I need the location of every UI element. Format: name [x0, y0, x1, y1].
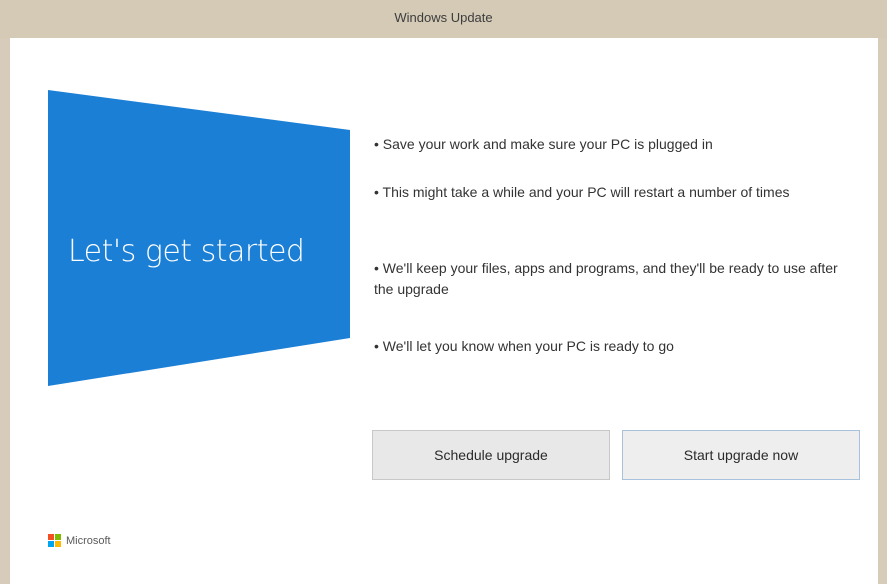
content-area: Let's get started • Save your work and m…	[10, 38, 878, 584]
microsoft-branding: Microsoft	[48, 534, 111, 548]
brand-name: Microsoft	[66, 535, 111, 547]
list-item: • We'll let you know when your PC is rea…	[374, 338, 674, 354]
start-upgrade-now-button[interactable]: Start upgrade now	[622, 430, 860, 480]
schedule-upgrade-button[interactable]: Schedule upgrade	[372, 430, 610, 480]
microsoft-logo-icon	[48, 534, 62, 548]
lets-get-started-tile: Let's get started	[48, 90, 350, 386]
list-item: • We'll keep your files, apps and progra…	[374, 260, 838, 297]
title-bar[interactable]: Windows Update	[0, 0, 887, 38]
tile-heading: Let's get started	[68, 234, 305, 269]
window-title: Windows Update	[394, 10, 493, 25]
windows-update-window: Windows Update Let's get started • Save …	[0, 0, 887, 584]
list-item: • This might take a while and your PC wi…	[374, 184, 790, 200]
list-item: • Save your work and make sure your PC i…	[374, 136, 713, 152]
